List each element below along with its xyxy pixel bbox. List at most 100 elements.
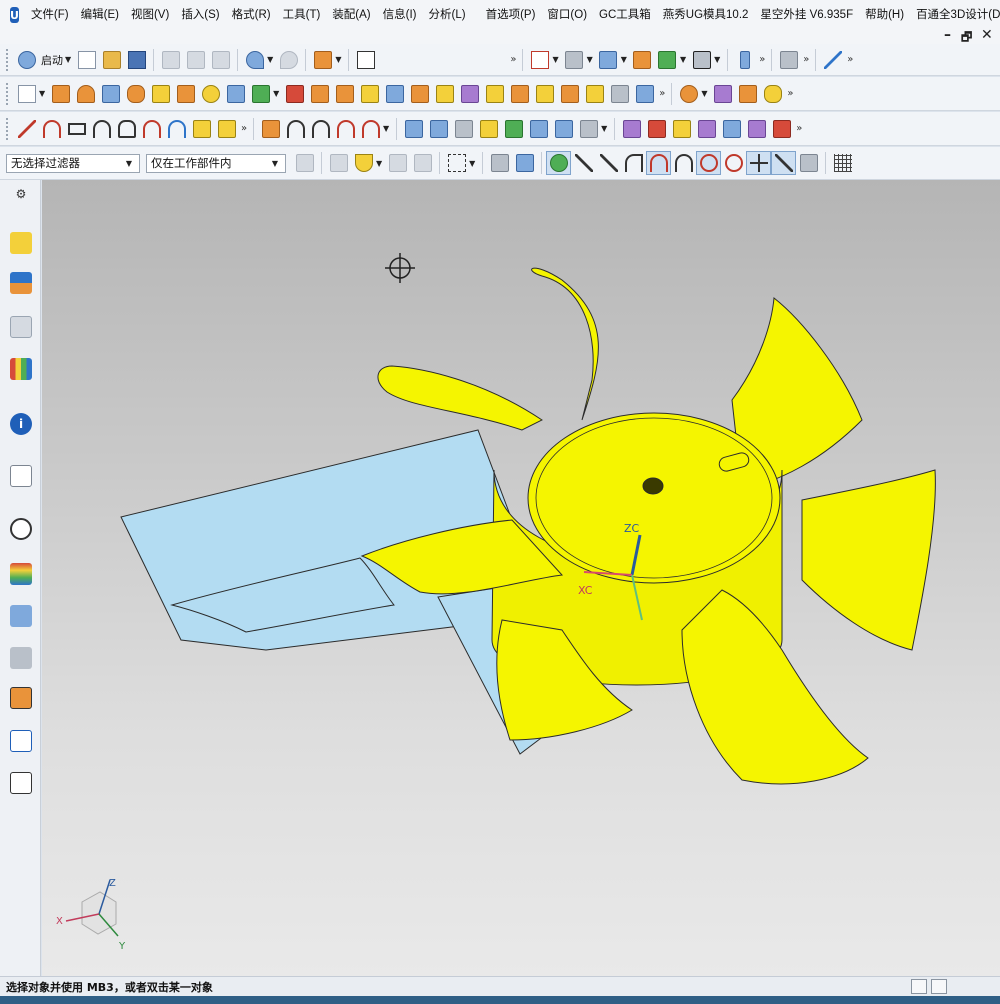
toolbar-overflow-icon[interactable]: » xyxy=(794,123,804,134)
x-form-icon[interactable] xyxy=(619,117,644,141)
start-icon[interactable] xyxy=(14,48,39,72)
hub-top-face[interactable] xyxy=(527,412,781,584)
snap-point-enable-icon[interactable] xyxy=(546,151,572,175)
filter-dropdown-icon[interactable]: ▼ xyxy=(376,159,382,168)
draft-icon[interactable] xyxy=(532,82,557,106)
undo-icon[interactable] xyxy=(242,48,267,72)
app-logo-icon[interactable]: U xyxy=(10,7,19,23)
roles-icon[interactable] xyxy=(10,687,32,709)
palette-list-icon[interactable] xyxy=(10,772,32,794)
patch-icon[interactable] xyxy=(607,82,632,106)
system-scenes-icon[interactable] xyxy=(10,730,32,752)
offset-curve-icon[interactable] xyxy=(139,117,164,141)
toolbar-overflow-icon[interactable]: » xyxy=(508,54,518,65)
trim-curve-icon[interactable] xyxy=(283,117,308,141)
start-menu-label[interactable]: 启动 xyxy=(41,52,63,68)
cut-icon[interactable] xyxy=(158,48,183,72)
fit-view-icon[interactable] xyxy=(527,48,552,72)
select-mode-dropdown-icon[interactable]: ▼ xyxy=(469,159,475,168)
n-sided-surface-icon[interactable] xyxy=(451,117,476,141)
bridge-surface-icon[interactable] xyxy=(719,117,744,141)
toolbar-grip[interactable] xyxy=(6,117,10,140)
sweep-icon[interactable] xyxy=(357,82,382,106)
trim-body-icon[interactable] xyxy=(432,82,457,106)
line-icon[interactable] xyxy=(14,117,39,141)
face-blend-icon[interactable] xyxy=(557,82,582,106)
curve-length-icon[interactable] xyxy=(333,117,358,141)
menu-assembly[interactable]: 装配(A) xyxy=(326,0,376,30)
toolbar-overflow-icon[interactable]: » xyxy=(801,54,811,65)
ruled-surface-icon[interactable] xyxy=(526,117,551,141)
wcs-line-icon[interactable] xyxy=(820,48,845,72)
copy-icon[interactable] xyxy=(183,48,208,72)
quadrant-point-icon[interactable] xyxy=(721,151,746,175)
menu-xingkong-plugin[interactable]: 星空外挂 V6.935F xyxy=(754,0,859,30)
split-body-icon[interactable] xyxy=(457,82,482,106)
database-icon[interactable] xyxy=(760,82,785,106)
toolbar-overflow-icon[interactable]: » xyxy=(239,123,249,134)
menu-file[interactable]: 文件(F) xyxy=(25,0,75,30)
extension-sheet-icon[interactable] xyxy=(551,117,576,141)
pattern-icon[interactable] xyxy=(198,82,223,106)
project-curve-icon[interactable] xyxy=(164,117,189,141)
extrude-icon[interactable] xyxy=(48,82,73,106)
arc-icon[interactable] xyxy=(39,117,64,141)
status-display-icon[interactable] xyxy=(911,979,927,994)
emboss-icon[interactable] xyxy=(307,82,332,106)
arc-center-point-icon[interactable] xyxy=(696,151,722,175)
sew-icon[interactable] xyxy=(582,82,607,106)
divide-curve-icon[interactable] xyxy=(308,117,333,141)
rectangle-select-icon[interactable] xyxy=(444,151,469,175)
menu-analysis[interactable]: 分析(L) xyxy=(423,0,472,30)
manufacturing-wizard-icon[interactable] xyxy=(10,647,32,669)
system-materials-icon[interactable] xyxy=(10,563,32,585)
orient-dropdown-icon[interactable]: ▼ xyxy=(621,55,627,64)
menu-help[interactable]: 帮助(H) xyxy=(859,0,910,30)
pad-icon[interactable] xyxy=(173,82,198,106)
assembly-navigator-icon[interactable] xyxy=(10,232,32,254)
toolbar-overflow-icon[interactable]: » xyxy=(757,54,767,65)
replace-face-icon[interactable] xyxy=(632,82,657,106)
untrim-icon[interactable] xyxy=(769,117,794,141)
grid-snap-icon[interactable] xyxy=(830,151,855,175)
toolbar-overflow-icon[interactable]: » xyxy=(785,88,795,99)
i-form-icon[interactable] xyxy=(644,117,669,141)
shaded-cube-icon[interactable] xyxy=(596,48,621,72)
history-clock-icon[interactable] xyxy=(10,518,32,540)
menu-format[interactable]: 格式(R) xyxy=(226,0,277,30)
sketch-icon[interactable] xyxy=(14,82,39,106)
clipping-plane-icon[interactable] xyxy=(732,48,757,72)
undo-dropdown-icon[interactable]: ▼ xyxy=(267,55,273,64)
hub-center-hole[interactable] xyxy=(642,477,664,495)
menu-gc-toolbox[interactable]: GC工具箱 xyxy=(593,0,657,30)
open-folder-icon[interactable] xyxy=(99,48,124,72)
selection-scope-select[interactable]: 仅在工作部件内 ▼ xyxy=(146,153,286,173)
select-face-icon[interactable] xyxy=(487,151,512,175)
select-body-icon[interactable] xyxy=(512,151,537,175)
menu-information[interactable]: 信息(I) xyxy=(377,0,423,30)
menu-window[interactable]: 窗口(O) xyxy=(541,0,593,30)
fan-blade-top[interactable] xyxy=(531,267,599,421)
surface-display-icon[interactable] xyxy=(655,48,680,72)
process-studio-icon[interactable] xyxy=(10,605,32,627)
surface-dropdown-icon[interactable]: ▼ xyxy=(601,124,607,133)
boss-icon[interactable] xyxy=(148,82,173,106)
offset-face-icon[interactable] xyxy=(332,82,357,106)
part-navigator-icon[interactable] xyxy=(10,316,32,338)
render-style-icon[interactable] xyxy=(562,48,587,72)
smooth-spline-icon[interactable] xyxy=(358,117,383,141)
repeat-command-icon[interactable] xyxy=(310,48,335,72)
intersection-curve-icon[interactable] xyxy=(189,117,214,141)
minimize-button[interactable]: – xyxy=(944,27,951,43)
studio-spline-icon[interactable] xyxy=(89,117,114,141)
point-on-surface-icon[interactable] xyxy=(796,151,821,175)
menu-insert[interactable]: 插入(S) xyxy=(175,0,225,30)
polygon-icon[interactable] xyxy=(114,117,139,141)
arc-center-icon[interactable] xyxy=(671,151,696,175)
sketch-dropdown-icon[interactable]: ▼ xyxy=(39,89,45,98)
revolve-icon[interactable] xyxy=(73,82,98,106)
settings-gear-icon[interactable]: ⚙ xyxy=(10,183,32,205)
hd3d-tools-icon[interactable]: i xyxy=(10,413,32,435)
menu-edit[interactable]: 编辑(E) xyxy=(75,0,125,30)
display-dropdown-icon[interactable]: ▼ xyxy=(680,55,686,64)
